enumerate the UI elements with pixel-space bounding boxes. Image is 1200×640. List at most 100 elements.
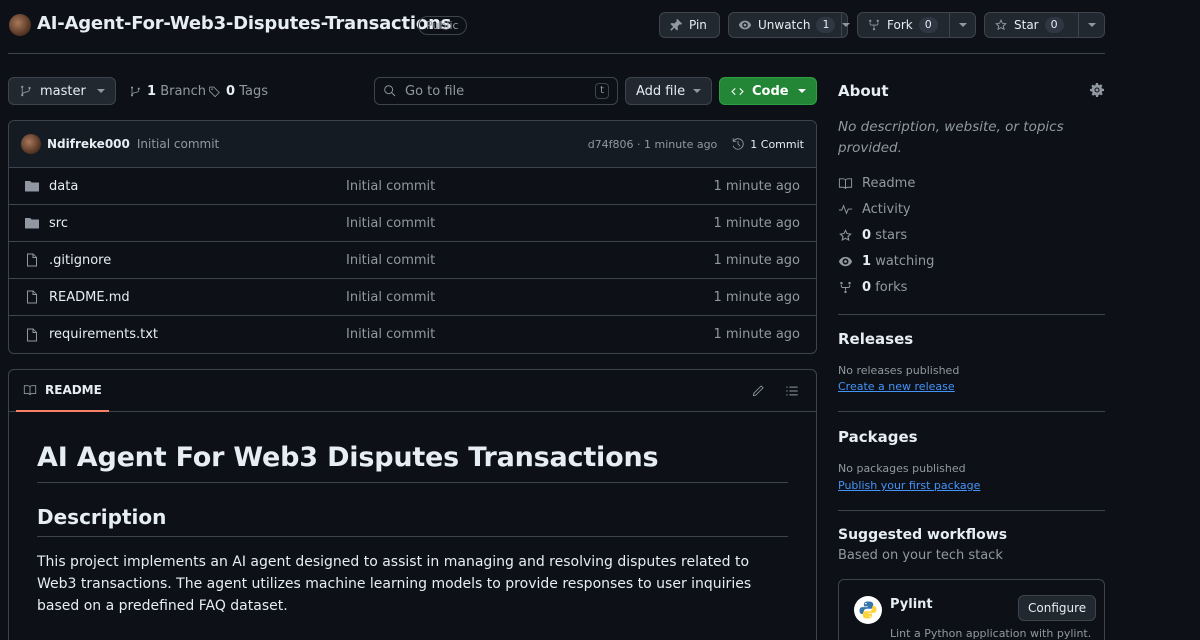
- stars-link[interactable]: 0 stars: [838, 228, 907, 243]
- about-heading: About: [838, 82, 889, 100]
- list-outline-icon[interactable]: [785, 384, 799, 398]
- create-release-link[interactable]: Create a new release: [838, 380, 955, 393]
- tab-readme[interactable]: README: [16, 370, 109, 412]
- branch-name: master: [40, 83, 86, 99]
- readme-heading: AI Agent For Web3 Disputes Transactions: [37, 442, 788, 483]
- repo-title[interactable]: AI-Agent-For-Web3-Disputes-Transactions: [37, 13, 451, 34]
- file-row[interactable]: data Initial commit 1 minute ago: [9, 168, 816, 205]
- tags-link[interactable]: 0 Tags: [208, 84, 268, 99]
- branches-link[interactable]: 1 Branch: [129, 84, 206, 99]
- activity-link-label: Activity: [862, 202, 911, 217]
- star-icon: [994, 18, 1008, 32]
- workflows-heading: Suggested workflows: [838, 527, 1008, 543]
- gear-icon[interactable]: [1089, 82, 1105, 98]
- fork-button[interactable]: Fork 0: [858, 13, 948, 37]
- pin-button[interactable]: Pin: [659, 12, 720, 38]
- file-name[interactable]: README.md: [49, 290, 130, 305]
- file-name[interactable]: data: [49, 179, 78, 194]
- workflows-subtitle: Based on your tech stack: [838, 548, 1003, 563]
- file-commit-time: 1 minute ago: [713, 215, 800, 231]
- history-icon: [731, 137, 745, 151]
- eye-icon: [838, 254, 853, 269]
- code-button[interactable]: Code: [719, 77, 817, 105]
- chevron-down-icon: [693, 89, 701, 93]
- pin-label: Pin: [689, 18, 707, 32]
- file-commit-message[interactable]: Initial commit: [346, 327, 713, 342]
- book-icon: [23, 383, 37, 397]
- file-name-cell[interactable]: src: [24, 215, 346, 231]
- file-commit-time: 1 minute ago: [713, 327, 800, 342]
- go-to-file-input[interactable]: Go to file t: [374, 77, 618, 105]
- add-file-button[interactable]: Add file: [625, 77, 712, 105]
- file-icon: [24, 252, 40, 268]
- forks-link[interactable]: 0 forks: [838, 280, 907, 295]
- pin-icon: [669, 18, 683, 32]
- go-to-file-placeholder: Go to file: [405, 83, 465, 99]
- watching-link[interactable]: 1 watching: [838, 254, 934, 269]
- unwatch-label: Unwatch: [758, 18, 811, 32]
- add-file-label: Add file: [636, 83, 686, 99]
- code-label: Code: [752, 83, 789, 99]
- visibility-badge: Public: [418, 16, 467, 35]
- readme-link[interactable]: Readme: [838, 176, 915, 191]
- pencil-icon[interactable]: [751, 384, 765, 398]
- file-name-cell[interactable]: data: [24, 178, 346, 194]
- commit-author-avatar[interactable]: [21, 134, 41, 154]
- folder-icon: [24, 215, 40, 231]
- readme-panel: README AI Agent For Web3 Disputes Transa…: [8, 369, 817, 640]
- file-name[interactable]: src: [49, 216, 68, 231]
- file-commit-message[interactable]: Initial commit: [346, 290, 713, 305]
- file-commit-message[interactable]: Initial commit: [346, 179, 713, 194]
- commit-count-label: 1 Commit: [750, 137, 804, 151]
- fork-button-group[interactable]: Fork 0: [857, 12, 976, 38]
- file-name-cell[interactable]: README.md: [24, 289, 346, 305]
- chevron-down-icon: [842, 23, 851, 27]
- configure-button[interactable]: Configure: [1018, 595, 1097, 621]
- commit-meta[interactable]: d74f806 · 1 minute ago: [588, 138, 718, 151]
- owner-avatar[interactable]: [9, 14, 31, 36]
- code-icon: [730, 84, 745, 99]
- file-row[interactable]: src Initial commit 1 minute ago: [9, 205, 816, 242]
- pulse-icon: [838, 202, 853, 217]
- watch-dropdown[interactable]: [841, 13, 851, 37]
- file-commit-message[interactable]: Initial commit: [346, 216, 713, 231]
- publish-package-link[interactable]: Publish your first package: [838, 479, 980, 492]
- file-name-cell[interactable]: requirements.txt: [24, 327, 346, 343]
- branch-selector[interactable]: master: [8, 77, 116, 105]
- git-branch-icon: [129, 85, 142, 98]
- releases-note: No releases published: [838, 364, 960, 377]
- watch-button-group[interactable]: Unwatch 1: [728, 12, 851, 38]
- activity-link[interactable]: Activity: [838, 202, 911, 217]
- readme-content: AI Agent For Web3 Disputes Transactions …: [9, 412, 816, 640]
- commit-history-link[interactable]: 1 Commit: [731, 137, 804, 151]
- packages-heading[interactable]: Packages: [838, 428, 918, 446]
- star-icon: [838, 228, 853, 243]
- shortcut-hint: t: [595, 83, 609, 99]
- file-row[interactable]: requirements.txt Initial commit 1 minute a…: [9, 316, 816, 353]
- file-name-cell[interactable]: .gitignore: [24, 252, 346, 268]
- commit-author[interactable]: Ndifreke000: [47, 137, 130, 151]
- python-logo-icon: [854, 596, 882, 624]
- chevron-down-icon: [958, 23, 967, 27]
- star-dropdown[interactable]: [1078, 13, 1104, 37]
- branches-number: 1: [147, 84, 157, 99]
- file-row[interactable]: .gitignore Initial commit 1 minute ago: [9, 242, 816, 279]
- readme-link-label: Readme: [862, 176, 916, 191]
- file-name[interactable]: requirements.txt: [49, 327, 158, 342]
- eye-icon: [738, 18, 752, 32]
- star-button[interactable]: Star 0: [985, 13, 1074, 37]
- commit-message[interactable]: Initial commit: [137, 137, 219, 151]
- fork-dropdown[interactable]: [949, 13, 975, 37]
- file-name[interactable]: .gitignore: [49, 253, 111, 268]
- stars-label: stars: [875, 228, 908, 243]
- file-commit-message[interactable]: Initial commit: [346, 253, 713, 268]
- latest-commit-bar: Ndifreke000 Initial commit d74f806 · 1 m…: [9, 121, 816, 168]
- tag-icon: [208, 85, 221, 98]
- file-icon: [24, 327, 40, 343]
- unwatch-button[interactable]: Unwatch 1: [729, 13, 841, 37]
- file-row[interactable]: README.md Initial commit 1 minute ago: [9, 279, 816, 316]
- releases-heading[interactable]: Releases: [838, 330, 913, 348]
- fork-icon: [867, 18, 881, 32]
- git-branch-icon: [19, 84, 33, 98]
- star-button-group[interactable]: Star 0: [984, 12, 1105, 38]
